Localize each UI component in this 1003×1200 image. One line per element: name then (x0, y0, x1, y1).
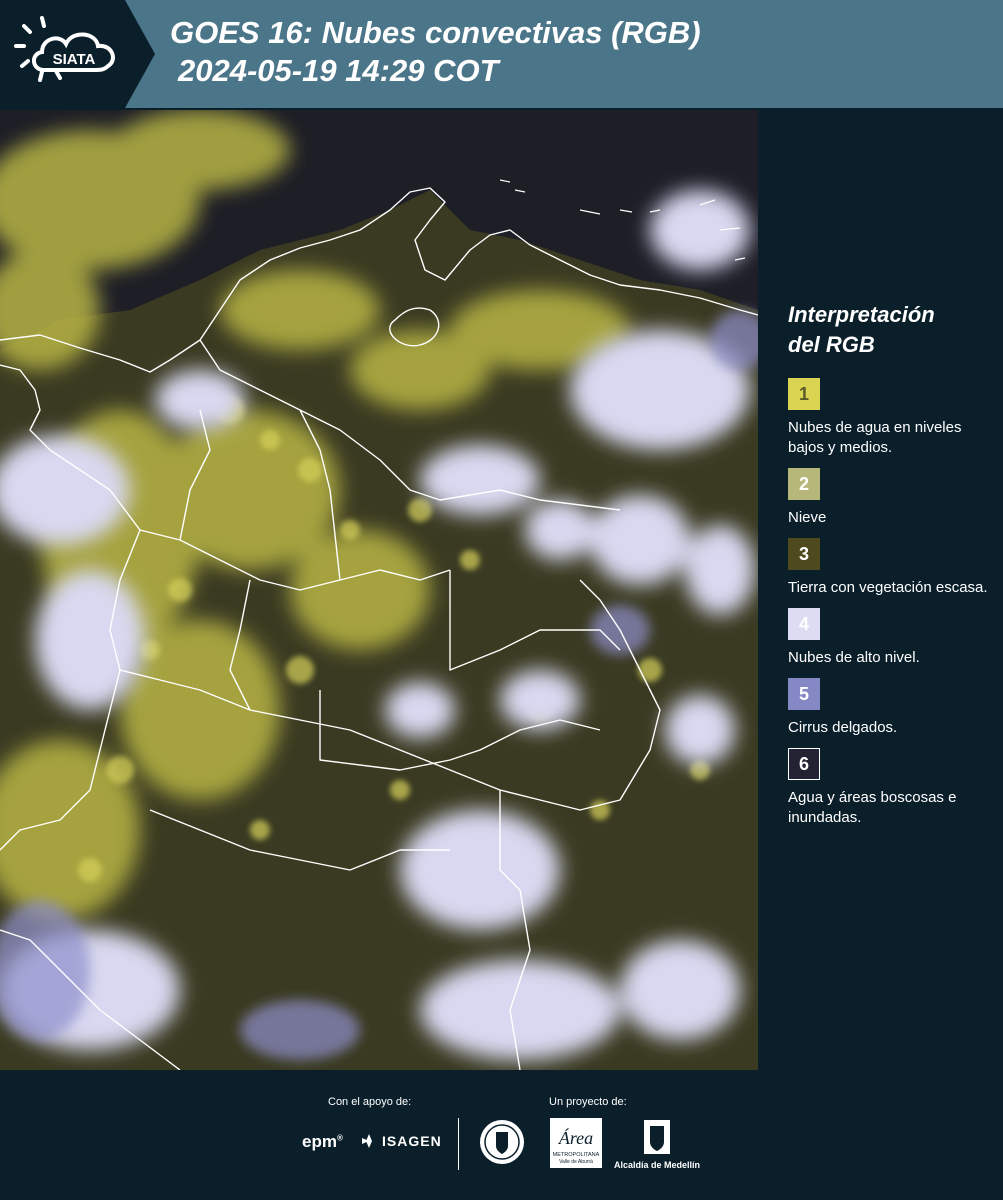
legend-label: Tierra con vegetación escasa. (788, 579, 988, 596)
legend-item: 4 Nubes de alto nivel. (788, 608, 993, 668)
page-title: GOES 16: Nubes convectivas (RGB) 2024-05… (170, 14, 701, 90)
legend-title-line-1: Interpretación (788, 302, 935, 327)
legend-swatch: 1 (788, 378, 820, 410)
legend-swatch: 5 (788, 678, 820, 710)
alcaldia-logo: Alcaldía de Medellín (612, 1118, 702, 1172)
epm-logo: epm® (302, 1132, 343, 1151)
legend-swatch: 3 (788, 538, 820, 570)
area-logo-sub-2: Valle de Aburrá (559, 1159, 593, 1165)
footer-divider (458, 1118, 459, 1170)
area-logo-sub-1: METROPOLITANA (553, 1152, 600, 1158)
legend-label: Cirrus delgados. (788, 719, 898, 736)
legend-label: Nieve (788, 509, 827, 526)
legend-label: Nubes de alto nivel. (788, 649, 920, 666)
logo-text: SIATA (53, 51, 96, 68)
legend-item: 2 Nieve (788, 468, 993, 528)
area-logo-title: Área (558, 1127, 593, 1148)
footer: Con el apoyo de: Un proyecto de: epm® IS… (0, 1070, 1003, 1200)
legend-item: 3 Tierra con vegetación escasa. (788, 538, 993, 598)
support-label: Con el apoyo de: (328, 1096, 412, 1108)
project-label: Un proyecto de: (549, 1096, 627, 1108)
legend-item: 6 Agua y áreas boscosas e inundadas. (788, 748, 993, 828)
legend-title: Interpretación del RGB (788, 300, 993, 360)
medellin-seal-icon (480, 1120, 524, 1164)
legend-swatch: 2 (788, 468, 820, 500)
isagen-text: ISAGEN (382, 1133, 442, 1149)
title-line-1: GOES 16: Nubes convectivas (RGB) (170, 15, 701, 50)
legend-item: 5 Cirrus delgados. (788, 678, 993, 738)
isagen-icon (362, 1134, 372, 1148)
satellite-map-svg (0, 110, 758, 1070)
epm-text: epm (302, 1132, 337, 1151)
legend-label: Nubes de agua en niveles bajos y medios. (788, 419, 962, 456)
legend: Interpretación del RGB 1 Nubes de agua en… (788, 300, 993, 838)
area-metropolitana-logo: Área METROPOLITANA Valle de Aburrá (550, 1118, 602, 1168)
legend-swatch: 4 (788, 608, 820, 640)
legend-label: Agua y áreas boscosas e inundadas. (788, 789, 957, 826)
siata-logo-icon: SIATA (14, 16, 115, 82)
legend-item: 1 Nubes de agua en niveles bajos y medios… (788, 378, 993, 458)
legend-swatch: 6 (788, 748, 820, 780)
isagen-logo: ISAGEN (360, 1132, 442, 1150)
alcaldia-crest-icon (644, 1120, 670, 1154)
title-line-2: 2024-05-19 14:29 COT (178, 53, 499, 88)
legend-title-line-2: del RGB (788, 332, 875, 357)
legend-items: 1 Nubes de agua en niveles bajos y medios… (788, 378, 993, 828)
alcaldia-text: Alcaldía de Medellín (613, 1160, 701, 1170)
satellite-image (0, 110, 758, 1070)
header-arrow-shape (125, 0, 155, 108)
header-band: SIATA GOES 16: Nubes convectivas (RGB) 2… (0, 0, 1003, 108)
